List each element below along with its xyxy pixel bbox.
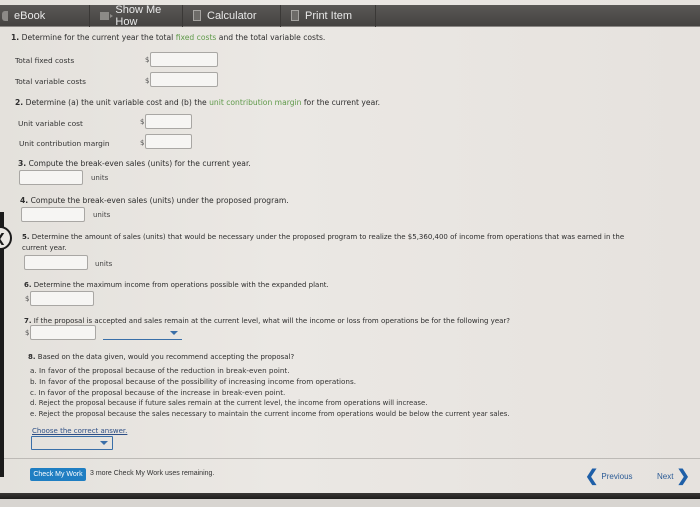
previous-label: Previous <box>601 472 633 481</box>
ebook-label: eBook <box>14 9 46 22</box>
question-text-continued: current year. <box>22 244 67 252</box>
question-number: 2. <box>15 98 24 107</box>
units-label: units <box>95 260 113 268</box>
question-3: 3. Compute the break-even sales (units) … <box>18 159 251 168</box>
currency-symbol: $ <box>140 118 145 126</box>
question-2: 2. Determine (a) the unit variable cost … <box>15 98 380 107</box>
question-number: 6. <box>24 281 32 289</box>
recommendation-select[interactable] <box>31 436 113 450</box>
print-item-label: Print Item <box>305 9 353 22</box>
fixed-costs-link[interactable]: fixed costs <box>176 33 217 42</box>
option-text: In favor of the proposal because of the … <box>39 366 290 375</box>
show-me-how-button[interactable]: Show Me How <box>90 3 183 28</box>
total-fixed-costs-input[interactable] <box>150 52 218 67</box>
option-letter: a. <box>30 366 37 375</box>
print-icon <box>291 10 299 21</box>
break-even-current-input[interactable] <box>19 170 83 185</box>
ebook-button[interactable]: eBook <box>0 4 90 27</box>
answer-option-d: d. Reject the proposal because if future… <box>30 399 427 407</box>
question-text: Determine the amount of sales (units) th… <box>31 233 625 241</box>
calculator-label: Calculator <box>207 9 257 22</box>
question-number: 8. <box>28 353 36 361</box>
option-text: Reject the proposal because the sales ne… <box>38 410 510 418</box>
option-text: In favor of the proposal because of the … <box>39 377 357 386</box>
question-text: If the proposal is accepted and sales re… <box>33 317 511 325</box>
unit-contribution-margin-label: Unit contribution margin <box>19 139 110 148</box>
question-text: Determine the maximum income from operat… <box>33 281 329 289</box>
option-letter: b. <box>30 377 37 386</box>
collapse-panel-button[interactable]: ❮ <box>0 226 12 250</box>
unit-variable-cost-label: Unit variable cost <box>18 119 83 128</box>
chevron-down-icon <box>170 330 178 335</box>
chevron-down-icon <box>100 441 108 445</box>
print-item-button[interactable]: Print Item <box>281 4 376 27</box>
check-my-work-button[interactable]: Check My Work <box>30 468 86 481</box>
unit-variable-cost-input[interactable] <box>145 114 192 129</box>
chevron-left-icon: ❮ <box>0 231 6 245</box>
choose-answer-label: Choose the correct answer. <box>32 427 128 435</box>
question-4: 4. Compute the break-even sales (units) … <box>20 196 289 205</box>
question-text: for the current year. <box>301 98 381 107</box>
question-text: Compute the break-even sales (units) und… <box>30 196 289 205</box>
currency-symbol: $ <box>145 56 150 64</box>
side-rail <box>0 212 4 477</box>
total-fixed-costs-label: Total fixed costs <box>15 56 75 65</box>
question-text: Based on the data given, would you recom… <box>37 353 295 361</box>
question-1: 1. Determine for the current year the to… <box>11 33 325 42</box>
option-text: Reject the proposal because if future sa… <box>38 399 428 407</box>
question-6: 6. Determine the maximum income from ope… <box>24 281 329 289</box>
unit-contribution-margin-link[interactable]: unit contribution margin <box>209 98 301 107</box>
income-or-loss-select[interactable] <box>103 326 182 340</box>
total-variable-costs-label: Total variable costs <box>15 77 86 86</box>
option-letter: e. <box>30 410 37 418</box>
currency-symbol: $ <box>140 139 145 147</box>
question-8: 8. Based on the data given, would you re… <box>28 353 294 361</box>
question-text: and the total variable costs. <box>216 33 326 42</box>
question-number: 7. <box>24 317 32 325</box>
answer-option-b: b. In favor of the proposal because of t… <box>30 377 356 386</box>
question-number: 5. <box>22 233 30 241</box>
next-button[interactable]: Next ❯ <box>657 467 690 485</box>
question-7: 7. If the proposal is accepted and sales… <box>24 317 510 325</box>
units-label: units <box>91 174 109 182</box>
answer-option-e: e. Reject the proposal because the sales… <box>30 410 510 418</box>
chevron-left-icon: ❮ <box>585 467 599 485</box>
calculator-button[interactable]: Calculator <box>183 4 281 27</box>
toolbar: eBook Show Me How Calculator Print Item <box>0 3 700 28</box>
unit-contribution-margin-input[interactable] <box>145 134 192 149</box>
book-icon <box>2 10 8 21</box>
units-label: units <box>93 211 111 219</box>
sales-to-realize-income-input[interactable] <box>24 255 88 270</box>
currency-symbol: $ <box>25 329 30 337</box>
currency-symbol: $ <box>145 77 150 85</box>
answer-option-c: c. In favor of the proposal because of t… <box>30 388 285 397</box>
income-loss-input[interactable] <box>30 325 96 340</box>
question-text: Determine for the current year the total <box>21 33 176 42</box>
currency-symbol: $ <box>25 295 30 303</box>
check-uses-remaining: 3 more Check My Work uses remaining. <box>90 470 215 477</box>
divider <box>4 458 700 459</box>
break-even-proposed-input[interactable] <box>21 207 85 222</box>
question-text: Compute the break-even sales (units) for… <box>28 159 251 168</box>
option-letter: d. <box>30 399 37 407</box>
video-icon <box>100 11 114 20</box>
option-letter: c. <box>30 388 37 397</box>
option-text: In favor of the proposal because of the … <box>38 388 286 397</box>
bottom-background <box>0 499 700 507</box>
question-number: 3. <box>18 159 27 168</box>
next-label: Next <box>657 472 674 481</box>
previous-button[interactable]: ❮ Previous <box>585 467 633 485</box>
question-number: 4. <box>20 196 29 205</box>
calculator-icon <box>193 10 201 21</box>
question-number: 1. <box>11 33 20 42</box>
maximum-income-input[interactable] <box>30 291 94 306</box>
show-me-how-label: Show Me How <box>115 3 162 28</box>
question-text: Determine (a) the unit variable cost and… <box>25 98 210 107</box>
answer-option-a: a. In favor of the proposal because of t… <box>30 366 290 375</box>
total-variable-costs-input[interactable] <box>150 72 218 87</box>
chevron-right-icon: ❯ <box>676 467 690 485</box>
question-5: 5. Determine the amount of sales (units)… <box>22 233 624 241</box>
